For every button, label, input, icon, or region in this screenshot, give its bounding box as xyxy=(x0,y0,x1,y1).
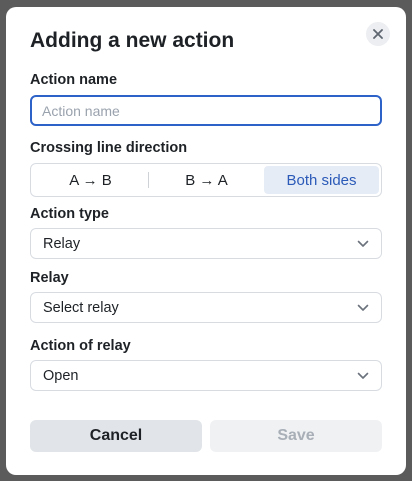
chevron-down-icon xyxy=(357,240,369,247)
relay-value: Select relay xyxy=(43,299,119,316)
save-button[interactable]: Save xyxy=(210,420,382,452)
direction-option-a-to-b[interactable]: A → B xyxy=(33,166,148,194)
action-name-input[interactable] xyxy=(30,95,382,126)
relay-label: Relay xyxy=(30,270,69,286)
action-type-select[interactable]: Relay xyxy=(30,228,382,259)
close-icon xyxy=(373,29,383,39)
chevron-down-icon xyxy=(357,304,369,311)
chevron-down-icon xyxy=(357,372,369,379)
action-of-relay-value: Open xyxy=(43,367,79,384)
action-name-label: Action name xyxy=(30,72,118,88)
dialog-title: Adding a new action xyxy=(30,29,235,52)
action-of-relay-select[interactable]: Open xyxy=(30,360,382,391)
direction-label: Crossing line direction xyxy=(30,140,188,156)
close-button[interactable] xyxy=(366,22,390,46)
action-type-value: Relay xyxy=(43,235,81,252)
direction-option-both-sides[interactable]: Both sides xyxy=(264,166,379,194)
cancel-button[interactable]: Cancel xyxy=(30,420,202,452)
add-action-dialog: Adding a new action Action name Crossing… xyxy=(6,7,406,475)
direction-segmented-control: A → B B → A Both sides xyxy=(30,163,382,197)
action-of-relay-label: Action of relay xyxy=(30,338,131,354)
action-type-label: Action type xyxy=(30,206,109,222)
direction-option-b-to-a[interactable]: B → A xyxy=(149,166,264,194)
relay-select[interactable]: Select relay xyxy=(30,292,382,323)
